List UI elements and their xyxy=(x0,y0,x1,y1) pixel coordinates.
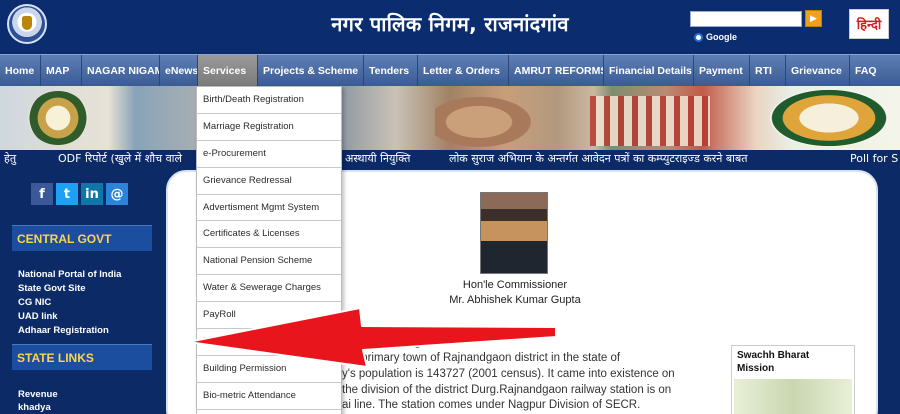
ticker-item[interactable]: हेतु xyxy=(4,150,16,168)
nav-tenders[interactable]: Tenders xyxy=(364,55,418,87)
ticker-item[interactable]: Poll for S xyxy=(850,150,898,168)
about-heading: andgaon xyxy=(390,332,445,348)
about-line: ai line. The station comes under Nagpur … xyxy=(342,399,641,412)
menu-item-birth-death[interactable]: Birth/Death Registration xyxy=(197,87,341,114)
nav-map[interactable]: MAP xyxy=(41,55,82,87)
swachh-bharat-image xyxy=(734,379,852,414)
nav-projects-scheme[interactable]: Projects & Scheme xyxy=(258,55,364,87)
main-nav: Home MAP NAGAR NIGAM eNews Services Proj… xyxy=(0,54,900,87)
linkedin-icon[interactable]: in xyxy=(81,183,103,205)
nav-home[interactable]: Home xyxy=(0,55,41,87)
about-line: the primary town of Rajnandgaon district… xyxy=(342,352,621,364)
menu-item-e-procurement[interactable]: e-Procurement xyxy=(197,141,341,168)
about-text: the primary town of Rajnandgaon district… xyxy=(342,351,698,414)
google-radio-label: Google xyxy=(706,32,737,42)
nav-amrut-reforms[interactable]: AMRUT REFORMS xyxy=(509,55,604,87)
statue-image xyxy=(435,90,545,148)
menu-item-grievance[interactable]: Grievance Redressal xyxy=(197,168,341,195)
menu-item-marriage[interactable]: Marriage Registration xyxy=(197,114,341,141)
menu-item-certificates[interactable]: Certificates & Licenses xyxy=(197,221,341,249)
state-emblem xyxy=(770,89,888,147)
twitter-icon[interactable]: t xyxy=(56,183,78,205)
nav-nagar-nigam[interactable]: NAGAR NIGAM xyxy=(82,55,160,87)
google-radio[interactable]: Google xyxy=(694,32,737,42)
menu-item-payroll[interactable]: PayRoll xyxy=(197,302,341,330)
menu-item-advertisment[interactable]: Advertisment Mgmt System xyxy=(197,195,341,222)
commissioner-name: Mr. Abhishek Kumar Gupta xyxy=(449,294,581,306)
ticker-item[interactable]: लोक सुराज अभियान के अन्तर्गत आवेदन पत्रो… xyxy=(449,150,748,168)
email-icon[interactable]: @ xyxy=(106,183,128,205)
nav-payment[interactable]: Payment xyxy=(694,55,750,87)
building-image xyxy=(590,96,710,146)
nav-grievance[interactable]: Grievance xyxy=(786,55,850,87)
commissioner-title: Hon'le Commissioner xyxy=(462,279,568,291)
link-uad[interactable]: UAD link xyxy=(18,311,58,322)
nav-financial-details[interactable]: Financial Details xyxy=(604,55,694,87)
nav-rti[interactable]: RTI xyxy=(750,55,786,87)
swachh-bharat-box[interactable]: Swachh Bharat Mission xyxy=(731,345,855,414)
search-go-icon[interactable]: ▶ xyxy=(805,10,822,27)
facebook-icon[interactable]: f xyxy=(31,183,53,205)
state-links-heading: STATE LINKS xyxy=(12,344,152,370)
search-input[interactable] xyxy=(690,11,802,27)
hero-banner xyxy=(0,86,900,150)
nav-services[interactable]: Services xyxy=(198,55,258,87)
menu-item-property-tax[interactable]: Property Tax xyxy=(197,329,341,356)
link-cg-nic[interactable]: CG NIC xyxy=(18,297,51,308)
nav-enews[interactable]: eNews xyxy=(160,55,198,87)
link-khadya[interactable]: khadya xyxy=(18,402,51,413)
link-revenue[interactable]: Revenue xyxy=(18,389,58,400)
link-adhaar-registration[interactable]: Adhaar Registration xyxy=(18,325,109,336)
about-line: y's population is 143727 (2001 census). … xyxy=(342,367,675,380)
link-national-portal[interactable]: National Portal of India xyxy=(18,269,121,280)
ticker-item[interactable]: अस्थायी नियुक्ति xyxy=(345,150,410,168)
menu-item-biometric[interactable]: Bio-metric Attendance xyxy=(197,383,341,410)
social-links: f t in @ xyxy=(31,183,128,205)
menu-item-pension[interactable]: National Pension Scheme xyxy=(197,248,341,276)
central-govt-heading: CENTRAL GOVT xyxy=(12,225,152,251)
services-dropdown: Birth/Death Registration Marriage Regist… xyxy=(196,86,342,414)
site-header: नगर पालिक निगम, राजनांदगांव ▶ Google हिन… xyxy=(0,0,900,52)
link-state-govt-site[interactable]: State Govt Site xyxy=(18,283,86,294)
corporation-emblem xyxy=(28,91,88,145)
hindi-language-button[interactable]: हिन्दी xyxy=(849,9,889,39)
news-ticker: हेतु ODF रिपोर्ट (खुले में शौच वाले अस्थ… xyxy=(0,150,900,168)
commissioner-photo xyxy=(480,192,548,274)
swachh-bharat-title: Swachh Bharat Mission xyxy=(737,350,810,374)
menu-item-water-sewerage[interactable]: Water & Sewerage Charges xyxy=(197,275,341,303)
nav-letter-orders[interactable]: Letter & Orders xyxy=(418,55,509,87)
ticker-item[interactable]: ODF रिपोर्ट (खुले में शौच वाले xyxy=(58,150,182,168)
menu-item-building-permission[interactable]: Building Permission xyxy=(197,356,341,383)
about-line: the division of the district Durg.Rajnan… xyxy=(342,383,672,396)
nav-faq[interactable]: FAQ xyxy=(850,55,900,87)
radio-dot-icon[interactable] xyxy=(694,32,703,42)
